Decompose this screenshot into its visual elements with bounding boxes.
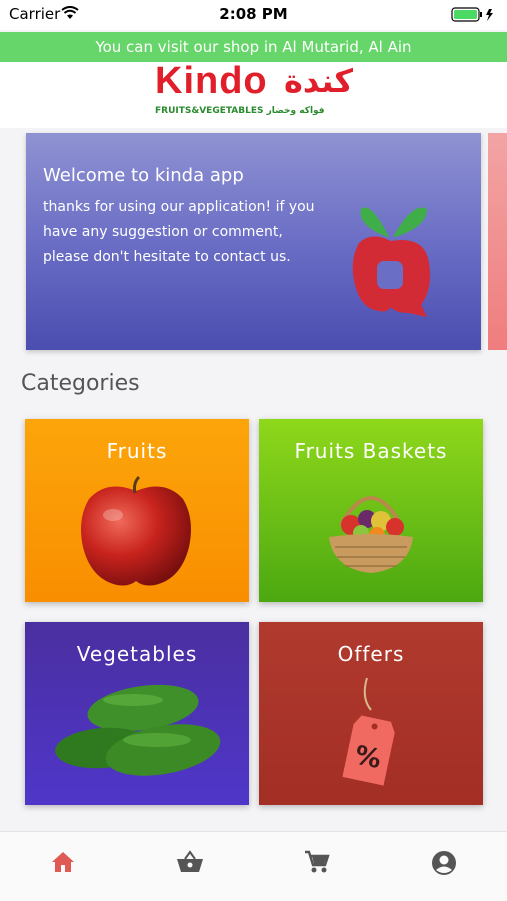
category-label: Vegetables [76,642,198,666]
announcement-banner: You can visit our shop in Al Mutarid, Al… [0,32,507,62]
logo-text-en: Kindo [155,60,268,102]
account-icon [432,851,456,875]
logo-text-ar: كندة [283,62,353,100]
apple-logo-icon [352,207,430,317]
battery-icon [451,7,493,22]
category-fruits-baskets[interactable]: Fruits Baskets [259,419,483,602]
tab-account[interactable] [381,832,507,901]
welcome-message: thanks for using our application! if you… [43,199,315,265]
logo-tagline: FRUITS&VEGETABLES فواكه وخضار [155,106,325,116]
tab-basket[interactable] [127,832,253,901]
fruit-basket-image [329,496,413,573]
category-offers[interactable]: Offers % [259,622,483,805]
welcome-title: Welcome to kinda app [43,165,244,186]
welcome-card[interactable]: Welcome to kinda app thanks for using ou… [26,133,481,350]
category-label: Fruits Baskets [294,439,448,463]
app-header: Kindo كندة FRUITS&VEGETABLES فواكه وخضار [0,60,507,128]
category-label: Fruits [106,439,168,463]
tab-cart[interactable] [254,832,380,901]
basket-icon [177,850,203,872]
tab-home[interactable] [0,832,126,901]
category-vegetables[interactable]: Vegetables [25,622,249,805]
next-carousel-card[interactable] [488,133,507,350]
cart-icon [305,850,330,873]
status-bar: Carrier 2:08 PM [0,0,507,30]
categories-heading: Categories [21,371,140,396]
cucumber-image [55,684,221,776]
category-fruits[interactable]: Fruits [25,419,249,602]
percent-tag-image: % [342,678,395,786]
kindo-logo: Kindo كندة FRUITS&VEGETABLES فواكه وخضار [155,60,355,124]
clock: 2:08 PM [219,5,288,23]
category-label: Offers [337,642,405,666]
apple-image [81,475,191,586]
home-icon [52,852,74,872]
bottom-tab-bar [0,831,507,901]
